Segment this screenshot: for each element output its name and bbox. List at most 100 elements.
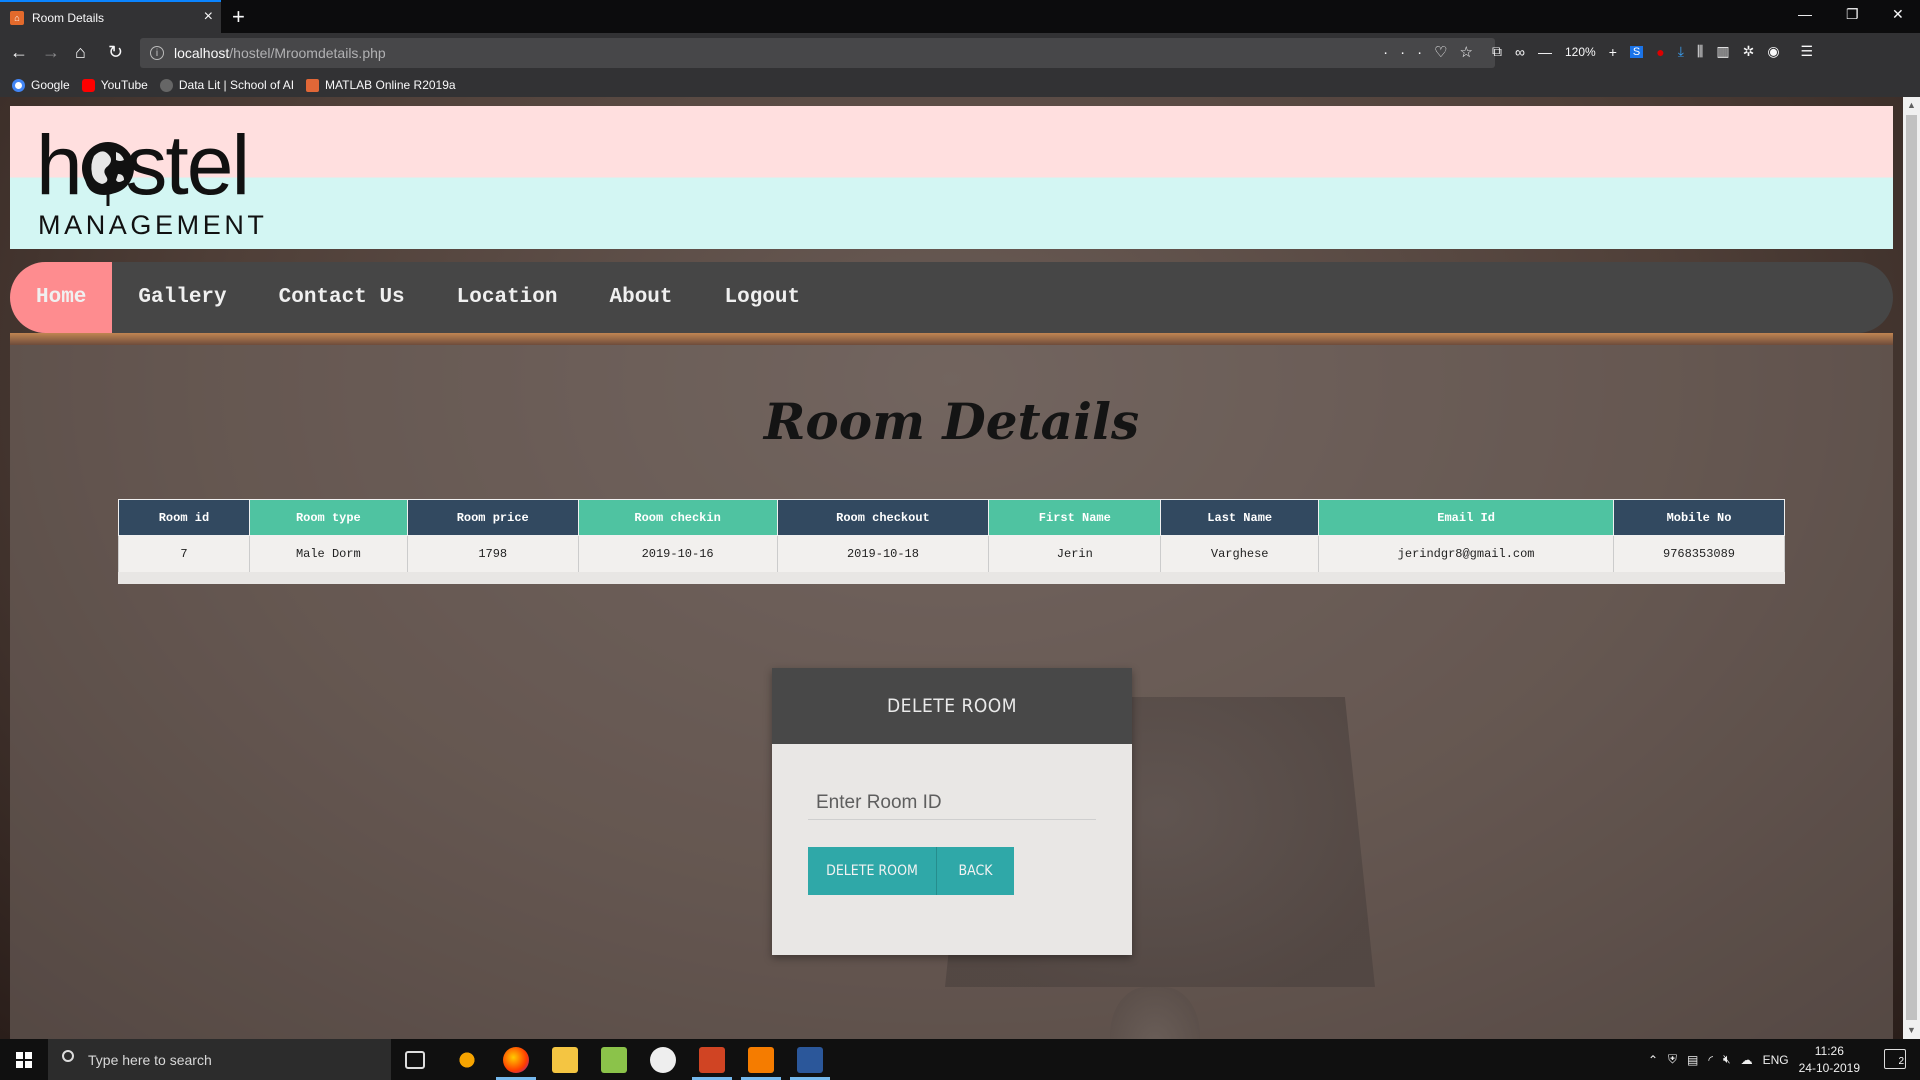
notification-count: 2 bbox=[1898, 1056, 1904, 1067]
windows-logo-icon bbox=[16, 1051, 32, 1068]
logo-word: hostel bbox=[36, 118, 248, 212]
room-details-table: Room id Room type Room price Room checki… bbox=[118, 499, 1785, 572]
forward-icon[interactable]: → bbox=[42, 42, 60, 63]
extension-s-icon[interactable]: S bbox=[1629, 45, 1644, 58]
matlab-icon bbox=[306, 78, 320, 92]
col-room-price: Room price bbox=[406, 499, 579, 536]
restore-icon[interactable]: ❐ bbox=[1846, 6, 1859, 23]
menu-item-contact-us[interactable]: Contact Us bbox=[253, 262, 431, 333]
table-row: 7 Male Dorm 1798 2019-10-16 2019-10-18 J… bbox=[118, 535, 1785, 572]
zoom-in-icon[interactable]: + bbox=[1609, 44, 1617, 60]
wifi-icon[interactable]: ◜ bbox=[1708, 1053, 1713, 1067]
delete-room-button[interactable]: DELETE ROOM bbox=[808, 847, 936, 895]
bookmark-label: Data Lit | School of AI bbox=[178, 78, 295, 92]
scrollbar-thumb[interactable] bbox=[1906, 115, 1917, 1020]
menu-icon[interactable]: ☰ bbox=[1801, 43, 1814, 60]
bookmark-google[interactable]: Google bbox=[12, 78, 70, 92]
table-header-row: Room id Room type Room price Room checki… bbox=[118, 499, 1785, 536]
home-icon[interactable]: ⌂ bbox=[75, 42, 86, 63]
taskbar-search-placeholder: Type here to search bbox=[88, 1051, 212, 1068]
volume-icon[interactable]: 🔇︎ bbox=[1723, 1052, 1731, 1067]
bookmark-matlab[interactable]: MATLAB Online R2019a bbox=[306, 78, 456, 92]
search-app-icon[interactable] bbox=[454, 1047, 480, 1073]
start-button[interactable] bbox=[0, 1039, 48, 1080]
cell-room-id: 7 bbox=[118, 535, 250, 572]
settings-icon[interactable]: ✲ bbox=[1743, 43, 1755, 60]
account-icon[interactable]: ◉ bbox=[1767, 43, 1779, 60]
page-title: Room Details bbox=[763, 392, 1140, 451]
scroll-down-icon[interactable]: ▼ bbox=[1907, 1025, 1916, 1035]
clock-date: 24-10-2019 bbox=[1798, 1060, 1860, 1075]
zoom-level[interactable]: 120% bbox=[1565, 45, 1596, 59]
download-icon[interactable]: ⤓ bbox=[1678, 43, 1684, 60]
language-indicator[interactable]: ENG bbox=[1763, 1053, 1789, 1067]
cell-room-checkout: 2019-10-18 bbox=[776, 535, 990, 572]
notification-center-icon[interactable]: 2 bbox=[1884, 1049, 1906, 1069]
notepad-icon[interactable] bbox=[601, 1047, 627, 1073]
browser-tab-bar: ⌂ Room Details × + — ❐ ✕ bbox=[0, 0, 1920, 33]
menu-item-location[interactable]: Location bbox=[431, 262, 584, 333]
zoom-out-icon[interactable]: — bbox=[1538, 44, 1552, 60]
cell-email-id: jerindgr8@gmail.com bbox=[1318, 535, 1615, 572]
cell-room-type: Male Dorm bbox=[248, 535, 408, 572]
taskbar-search[interactable]: Type here to search bbox=[48, 1039, 391, 1080]
library-icon[interactable]: ⫼ bbox=[1697, 43, 1703, 60]
new-tab-icon[interactable]: + bbox=[232, 4, 245, 30]
scroll-up-icon[interactable]: ▲ bbox=[1907, 100, 1916, 110]
defender-icon[interactable]: ⛨ bbox=[1668, 1052, 1677, 1067]
back-button[interactable]: BACK bbox=[936, 847, 1014, 895]
tab-manager-icon[interactable]: ⧉ bbox=[1492, 43, 1502, 60]
app-icon[interactable] bbox=[650, 1047, 676, 1073]
col-room-type: Room type bbox=[248, 499, 408, 536]
menu-item-logout[interactable]: Logout bbox=[699, 262, 827, 333]
browser-toolbar: ← → ⌂ ↻ i localhost/hostel/Mroomdetails.… bbox=[0, 33, 1920, 73]
reload-icon[interactable]: ↻ bbox=[108, 42, 123, 63]
menu-item-about[interactable]: About bbox=[584, 262, 699, 333]
bookmark-label: MATLAB Online R2019a bbox=[325, 78, 456, 92]
tab-close-icon[interactable]: × bbox=[204, 8, 213, 26]
bookmarks-bar: Google YouTube Data Lit | School of AI M… bbox=[0, 73, 1920, 97]
room-id-input[interactable] bbox=[808, 786, 1096, 820]
powerpoint-icon[interactable] bbox=[699, 1047, 725, 1073]
menu-glow-strip bbox=[10, 333, 1893, 345]
youtube-icon bbox=[81, 78, 95, 92]
cell-mobile-no: 9768353089 bbox=[1613, 535, 1785, 572]
firefox-icon[interactable] bbox=[503, 1047, 529, 1073]
minimize-icon[interactable]: — bbox=[1798, 6, 1812, 22]
file-explorer-icon[interactable] bbox=[552, 1047, 578, 1073]
menu-item-home[interactable]: Home bbox=[10, 262, 113, 333]
info-icon[interactable]: i bbox=[150, 46, 164, 60]
site-favicon-icon: ⌂ bbox=[10, 10, 24, 25]
word-icon[interactable] bbox=[797, 1047, 823, 1073]
col-mobile-no: Mobile No bbox=[1613, 499, 1785, 536]
url-host: localhost bbox=[174, 45, 230, 61]
col-email-id: Email Id bbox=[1318, 499, 1615, 536]
address-bar[interactable]: i localhost/hostel/Mroomdetails.php ···♡… bbox=[140, 38, 1495, 68]
toolbar-icons: ⧉ ∞ — 120% + S ● ⤓ ⫼ ▥ ✲ ◉ ☰ bbox=[1492, 43, 1813, 60]
page-actions-icons[interactable]: ···♡☆ bbox=[1383, 43, 1485, 61]
xampp-icon[interactable] bbox=[748, 1047, 774, 1073]
close-window-icon[interactable]: ✕ bbox=[1892, 6, 1904, 23]
show-hidden-icon[interactable]: ⌃ bbox=[1648, 1053, 1658, 1067]
system-tray: ⌃ ⛨ ▤ ◜ 🔇︎ ☁ ENG 11:26 24-10-2019 bbox=[1648, 1039, 1860, 1080]
cell-room-checkin: 2019-10-16 bbox=[577, 535, 778, 572]
menu-item-gallery[interactable]: Gallery bbox=[112, 262, 252, 333]
logo-sub: MANAGEMENT bbox=[38, 210, 268, 240]
network-icon[interactable]: ▤ bbox=[1687, 1053, 1698, 1067]
page-scrollbar[interactable]: ▲ ▼ bbox=[1903, 97, 1920, 1039]
bookmark-youtube[interactable]: YouTube bbox=[81, 78, 148, 92]
url-path: /hostel/Mroomdetails.php bbox=[229, 45, 386, 61]
bookmark-datalit[interactable]: Data Lit | School of AI bbox=[159, 78, 295, 92]
task-view-icon[interactable] bbox=[405, 1051, 425, 1069]
hostel-logo: hostel MANAGEMENT bbox=[36, 118, 268, 240]
cell-room-price: 1798 bbox=[406, 535, 579, 572]
clock[interactable]: 11:26 24-10-2019 bbox=[1799, 1043, 1860, 1077]
onedrive-icon[interactable]: ☁ bbox=[1741, 1053, 1753, 1067]
clock-time: 11:26 bbox=[1814, 1043, 1844, 1058]
delete-room-card: DELETE ROOM DELETE ROOM BACK bbox=[772, 668, 1132, 955]
back-icon[interactable]: ← bbox=[10, 42, 28, 63]
ublock-icon[interactable]: ● bbox=[1656, 44, 1664, 60]
browser-tab[interactable]: ⌂ Room Details × bbox=[0, 0, 221, 33]
reader-icon[interactable]: ∞ bbox=[1515, 44, 1525, 60]
sidebar-icon[interactable]: ▥ bbox=[1716, 43, 1729, 60]
